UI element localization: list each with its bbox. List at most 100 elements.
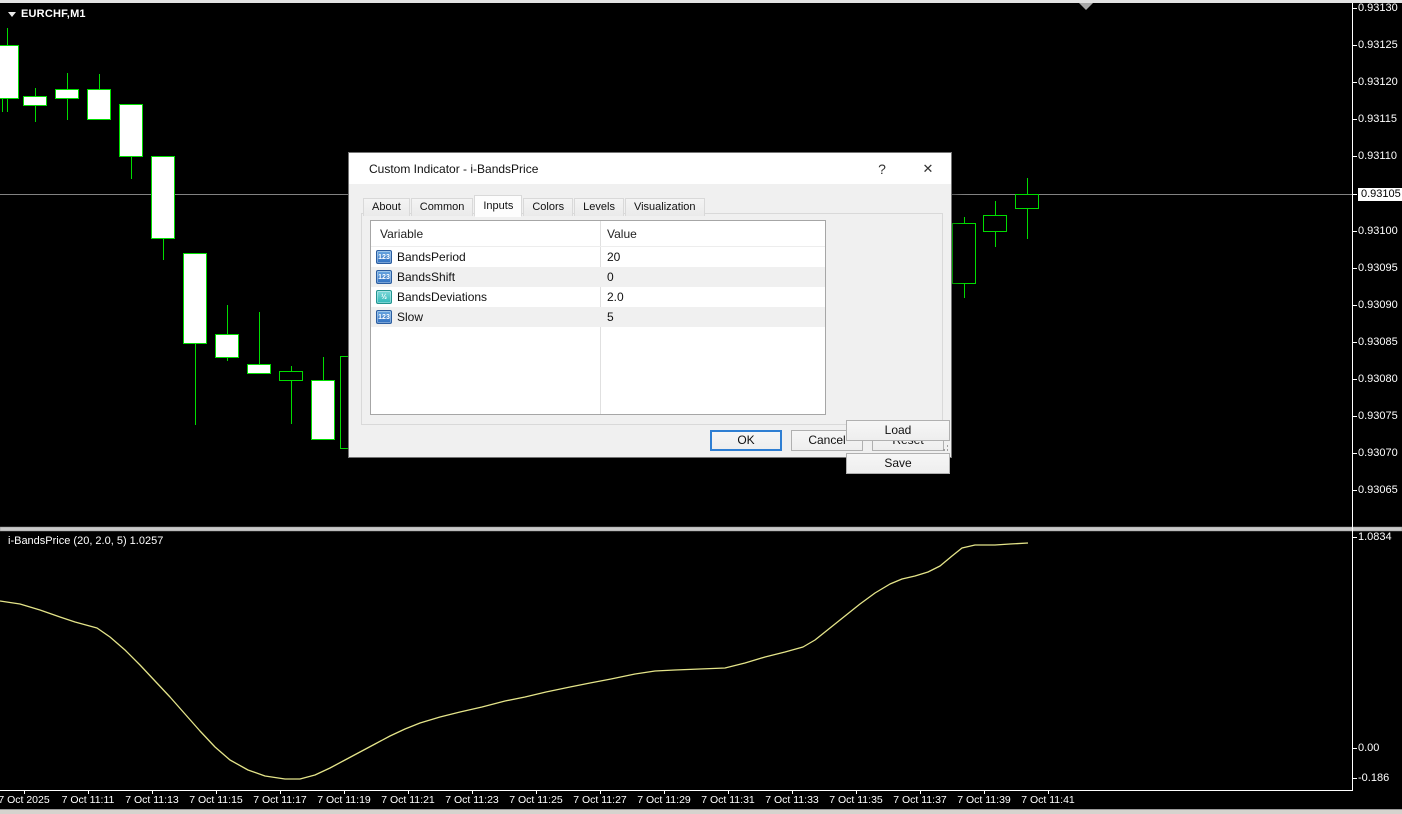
table-rows: 123 BandsPeriod 20 123 BandsShift 0 ½ BandsDevi… xyxy=(371,247,825,327)
param-row-bandsperiod[interactable]: 123 BandsPeriod 20 xyxy=(371,247,825,267)
axis-tick xyxy=(1353,379,1357,380)
axis-tick xyxy=(1353,748,1357,749)
candlestick xyxy=(87,89,111,120)
inputs-tab-page: Variable Value 123 BandsPeriod 20 123 BandsS… xyxy=(361,213,950,474)
tab-common[interactable]: Common xyxy=(410,198,474,216)
candlestick xyxy=(247,364,271,374)
price-axis-label: 0.93065 xyxy=(1358,484,1398,496)
ok-button[interactable]: OK xyxy=(710,430,782,451)
time-axis-label[interactable]: 7 Oct 11:35 xyxy=(829,794,883,806)
param-name: Slow xyxy=(397,310,424,324)
time-axis-label[interactable]: 7 Oct 11:11 xyxy=(62,794,115,806)
candlestick xyxy=(279,371,303,381)
axis-tick xyxy=(1353,490,1357,491)
time-axis-label[interactable]: 7 Oct 11:41 xyxy=(1021,794,1075,806)
load-button[interactable]: Load xyxy=(846,420,950,441)
axis-tick xyxy=(1353,342,1357,343)
mt4-chart-window: EURCHF,M1 i-BandsPrice (20, 2.0, 5) 1.02… xyxy=(0,0,1402,814)
close-icon[interactable]: ✕ xyxy=(915,159,941,179)
param-row-slow[interactable]: 123 Slow 5 xyxy=(371,307,825,327)
indicator-axis-label: 0.00 xyxy=(1358,742,1380,754)
tab-inputs[interactable]: Inputs xyxy=(474,195,523,217)
candlestick xyxy=(183,253,207,344)
symbol-period-label: EURCHF,M1 xyxy=(8,8,86,20)
param-name: BandsDeviations xyxy=(397,290,488,304)
tab-visualization[interactable]: Visualization xyxy=(624,198,705,216)
price-axis-label: 0.93085 xyxy=(1358,336,1398,348)
time-axis-label[interactable]: 7 Oct 11:25 xyxy=(509,794,563,806)
candlestick xyxy=(215,334,239,358)
price-axis-label: 0.93125 xyxy=(1358,39,1398,51)
symbol-text: EURCHF,M1 xyxy=(21,8,86,20)
time-axis-label[interactable]: 7 Oct 11:33 xyxy=(765,794,819,806)
indicator-value-label: i-BandsPrice (20, 2.0, 5) 1.0257 xyxy=(8,535,164,547)
time-axis-label[interactable]: 7 Oct 11:29 xyxy=(637,794,691,806)
candlestick xyxy=(55,89,79,99)
param-row-bandsshift[interactable]: 123 BandsShift 0 xyxy=(371,267,825,287)
tab-levels[interactable]: Levels xyxy=(574,198,624,216)
dialog-tabstrip: About Common Inputs Colors Levels Visualizati… xyxy=(363,195,706,217)
current-price-label: 0.93105 xyxy=(1358,188,1402,201)
time-axis-label[interactable]: 7 Oct 11:19 xyxy=(317,794,371,806)
time-axis-label[interactable]: 7 Oct 2025 xyxy=(0,794,50,806)
subwindow-separator[interactable] xyxy=(0,526,1402,532)
axis-tick xyxy=(1353,453,1357,454)
dialog-title: Custom Indicator - i-BandsPrice xyxy=(369,162,539,176)
candlestick xyxy=(983,215,1007,232)
price-axis-label: 0.93090 xyxy=(1358,299,1398,311)
price-axis-label: 0.93080 xyxy=(1358,373,1398,385)
time-axis-label[interactable]: 7 Oct 11:13 xyxy=(125,794,179,806)
parameters-table[interactable]: Variable Value 123 BandsPeriod 20 123 BandsS… xyxy=(370,220,826,415)
axis-tick xyxy=(1353,305,1357,306)
axis-tick xyxy=(1353,268,1357,269)
price-axis-label: 0.93130 xyxy=(1358,2,1398,14)
dialog-titlebar[interactable]: Custom Indicator - i-BandsPrice ? ✕ xyxy=(349,153,951,184)
axis-tick xyxy=(1353,45,1357,46)
param-name: BandsShift xyxy=(397,270,456,284)
chart-shift-marker-icon[interactable] xyxy=(1079,3,1093,10)
time-axis-label[interactable]: 7 Oct 11:23 xyxy=(445,794,499,806)
price-axis-label: 0.93110 xyxy=(1358,150,1397,162)
help-button[interactable]: ? xyxy=(869,159,895,179)
param-row-bandsdeviations[interactable]: ½ BandsDeviations 2.0 xyxy=(371,287,825,307)
int-type-icon: 123 xyxy=(376,250,392,264)
time-axis-label[interactable]: 7 Oct 11:31 xyxy=(701,794,755,806)
time-axis-label[interactable]: 7 Oct 11:17 xyxy=(253,794,307,806)
header-value: Value xyxy=(607,227,637,241)
axis-tick xyxy=(1353,156,1357,157)
candlestick xyxy=(151,156,175,239)
param-value[interactable]: 2.0 xyxy=(607,290,624,304)
axis-tick xyxy=(1353,778,1357,779)
price-axis-label: 0.93075 xyxy=(1358,410,1398,422)
candlestick xyxy=(119,104,143,157)
axis-tick xyxy=(1353,416,1357,417)
candlestick xyxy=(0,45,19,99)
param-name: BandsPeriod xyxy=(397,250,466,264)
time-axis-label[interactable]: 7 Oct 11:37 xyxy=(893,794,947,806)
indicator-line xyxy=(0,542,1029,780)
param-value[interactable]: 20 xyxy=(607,250,620,264)
candlestick xyxy=(23,96,47,106)
price-axis-label: 0.93070 xyxy=(1358,447,1398,459)
int-type-icon: 123 xyxy=(376,310,392,324)
axis-tick xyxy=(1353,82,1357,83)
time-axis-label[interactable]: 7 Oct 11:39 xyxy=(957,794,1011,806)
indicator-axis-label: 1.0834 xyxy=(1358,531,1392,543)
window-bottom-edge xyxy=(0,809,1402,814)
tab-colors[interactable]: Colors xyxy=(523,198,574,216)
axis-tick xyxy=(1353,8,1357,9)
axis-tick xyxy=(1353,537,1357,538)
param-value[interactable]: 5 xyxy=(607,310,614,324)
symbol-dropdown-icon[interactable] xyxy=(8,11,16,17)
indicator-axis-label: -0.186 xyxy=(1358,772,1390,784)
axis-tick xyxy=(1353,231,1357,232)
param-value[interactable]: 0 xyxy=(607,270,614,284)
time-axis-label[interactable]: 7 Oct 11:15 xyxy=(189,794,243,806)
price-axis-label: 0.93100 xyxy=(1358,225,1398,237)
time-axis-label[interactable]: 7 Oct 11:21 xyxy=(381,794,435,806)
candlestick xyxy=(1015,194,1039,209)
save-button[interactable]: Save xyxy=(846,453,950,474)
tab-about[interactable]: About xyxy=(363,198,410,216)
time-axis-label[interactable]: 7 Oct 11:27 xyxy=(573,794,627,806)
price-axis-label: 0.93120 xyxy=(1358,76,1398,88)
